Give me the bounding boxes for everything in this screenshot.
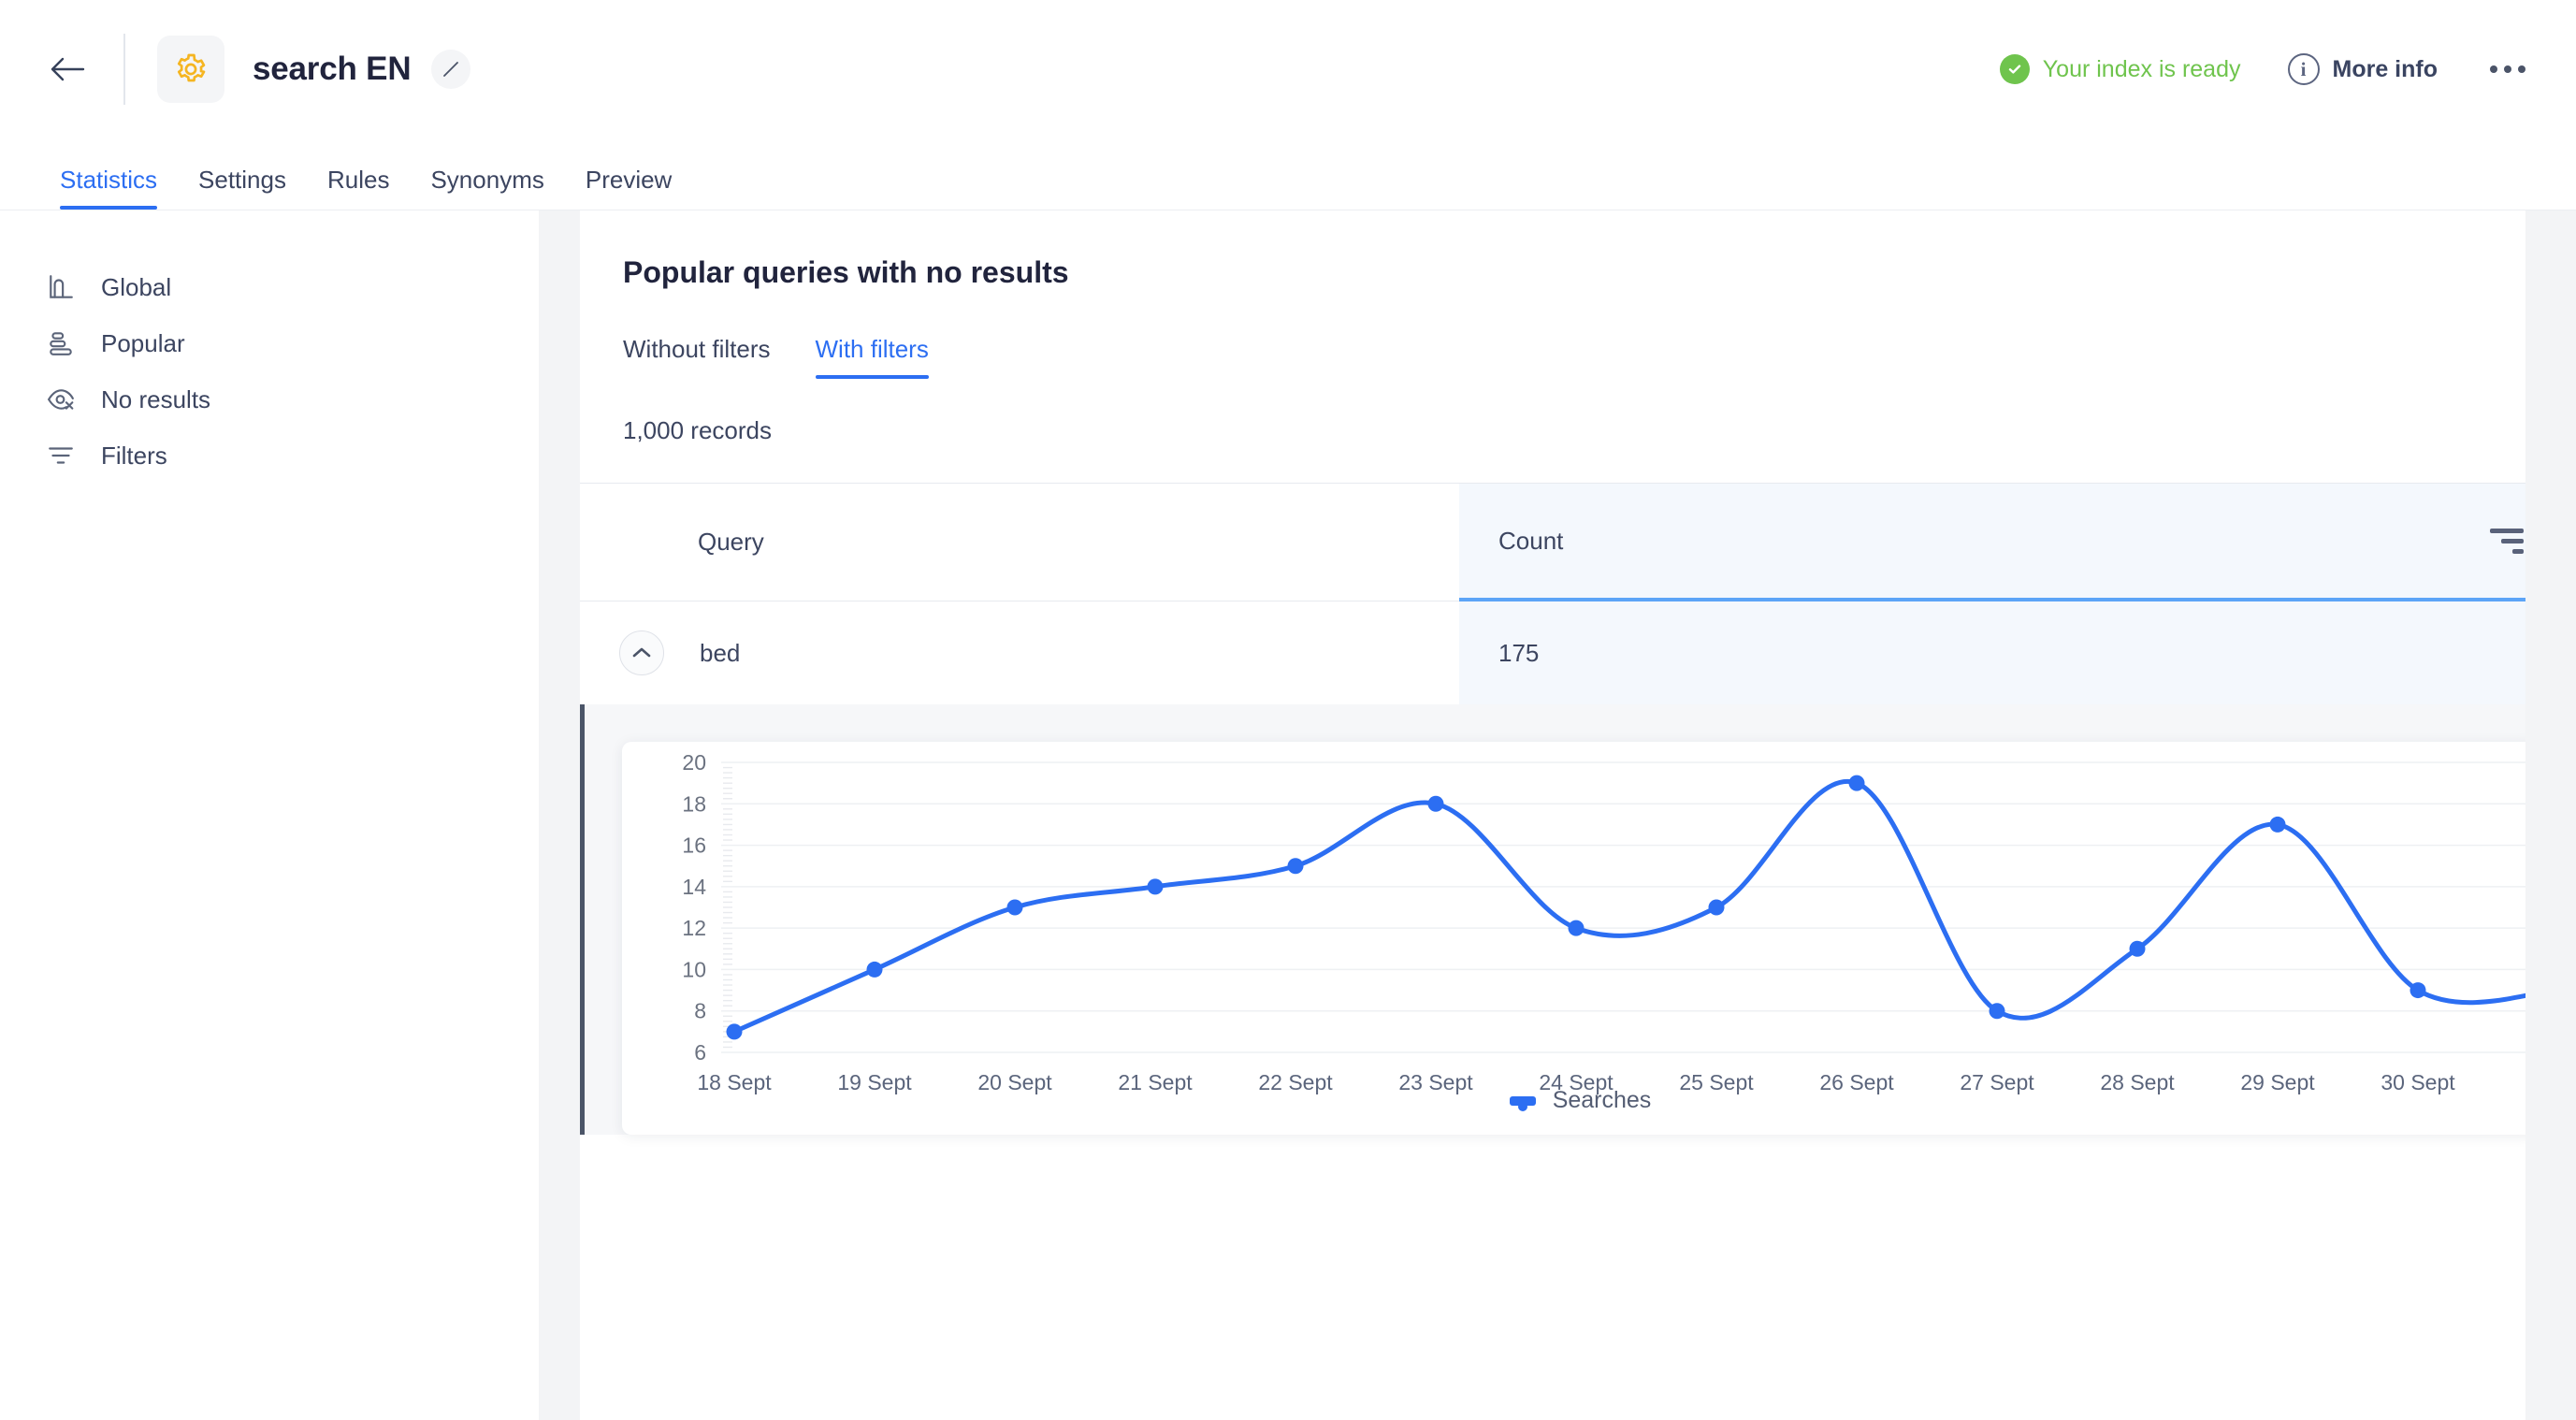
tab-synonyms[interactable]: Synonyms (410, 166, 564, 210)
column-header-count-label: Count (1498, 526, 1564, 555)
sidebar-item-filters[interactable]: Filters (0, 427, 539, 484)
kebab-dot (2490, 65, 2497, 73)
topbar-actions: Your index is ready i More info (1999, 53, 2525, 85)
layout-gap-strip (539, 210, 580, 1420)
index-title: search EN (253, 51, 412, 87)
column-header-count[interactable]: Count (1459, 484, 2576, 601)
info-icon: i (2287, 53, 2320, 85)
table-row[interactable]: bed 175 (580, 601, 2576, 704)
top-bar: search EN Your index is ready i More inf… (0, 0, 2576, 138)
page-title: Popular queries with no results (623, 255, 1069, 289)
filter-subtabs: Without filters With filters (623, 335, 2576, 379)
searches-chart-card: 6 8 10 12 14 16 18 20 18 Sept 19 Sept 20 Sept 21 Se… (622, 742, 2539, 1135)
legend-marker-searches (1509, 1095, 1536, 1111)
svg-text:14: 14 (682, 875, 706, 899)
svg-text:8: 8 (694, 999, 706, 1023)
tab-preview[interactable]: Preview (565, 166, 692, 210)
searches-line-chart: 6810121416182018 Sept 19 Sept 20 Sept 21 Se… (682, 750, 2539, 1094)
main-tabs: Statistics Settings Rules Synonyms Previ… (0, 138, 2576, 210)
sidebar-item-global[interactable]: Global (0, 259, 539, 315)
kebab-dot (2518, 65, 2525, 73)
sidebar-item-label: Popular (101, 328, 185, 357)
statistics-content: Popular queries with no results Without … (580, 210, 2576, 1420)
svg-text:18: 18 (682, 791, 706, 816)
sidebar-item-popular[interactable]: Popular (0, 315, 539, 371)
sidebar-item-label: Global (101, 272, 172, 301)
row-expander-button[interactable] (619, 630, 664, 675)
svg-text:20: 20 (682, 750, 706, 775)
eye-off-icon (45, 384, 77, 415)
index-status-label: Your index is ready (2042, 55, 2241, 82)
column-header-query-label: Query (698, 528, 764, 556)
tab-statistics[interactable]: Statistics (39, 166, 178, 210)
sidebar-item-label: Filters (101, 441, 167, 470)
sidebar-item-no-results[interactable]: No results (0, 371, 539, 427)
svg-text:10: 10 (682, 957, 706, 981)
chevron-up-icon (632, 647, 651, 658)
queries-table: Query Count bed 175 6 8 10 12 14 16 18 2… (580, 483, 2576, 1135)
kebab-dot (2504, 65, 2511, 73)
header-divider (123, 34, 125, 105)
svg-text:12: 12 (682, 916, 706, 940)
subtab-without-filters[interactable]: Without filters (623, 335, 771, 379)
bars-popular-icon (45, 327, 77, 359)
overflow-menu-button[interactable] (2490, 65, 2525, 73)
pencil-icon (443, 62, 459, 77)
table-cell-count: 175 (1459, 601, 2576, 704)
sidebar-item-label: No results (101, 384, 211, 413)
legend-label-searches: Searches (1552, 1087, 1652, 1113)
content-inner: Popular queries with no results Without … (580, 210, 2576, 445)
chart-global-icon (45, 271, 77, 303)
index-icon-badge (157, 36, 224, 103)
more-info-button[interactable]: i More info (2287, 53, 2439, 85)
svg-text:6: 6 (694, 1040, 706, 1065)
svg-text:16: 16 (682, 833, 706, 858)
index-status[interactable]: Your index is ready (1999, 54, 2241, 84)
records-count: 1,000 records (623, 416, 772, 444)
column-header-query[interactable]: Query (580, 484, 1459, 601)
back-button[interactable] (41, 43, 94, 95)
table-header-row: Query Count (580, 484, 2576, 601)
expanded-row-panel: 6 8 10 12 14 16 18 20 18 Sept 19 Sept 20 Sept 21 Se… (580, 704, 2576, 1135)
query-value: bed (700, 638, 741, 667)
filter-icon (45, 440, 77, 471)
gear-icon (177, 53, 206, 82)
more-info-label: More info (2332, 55, 2439, 82)
table-cell-query: bed (580, 601, 1459, 704)
subtab-with-filters[interactable]: With filters (815, 335, 930, 379)
tab-rules[interactable]: Rules (307, 166, 410, 210)
arrow-left-icon (51, 57, 85, 81)
tab-settings[interactable]: Settings (178, 166, 307, 210)
page-body: Global Popular No results Filters Popula… (0, 210, 2576, 1420)
chart-legend[interactable]: Searches (622, 1087, 2539, 1114)
check-circle-icon (1999, 54, 2030, 84)
sort-descending-icon[interactable] (2490, 528, 2524, 554)
statistics-sidebar: Global Popular No results Filters (0, 210, 539, 1420)
edit-index-button[interactable] (431, 50, 471, 89)
count-value: 175 (1498, 638, 1540, 667)
